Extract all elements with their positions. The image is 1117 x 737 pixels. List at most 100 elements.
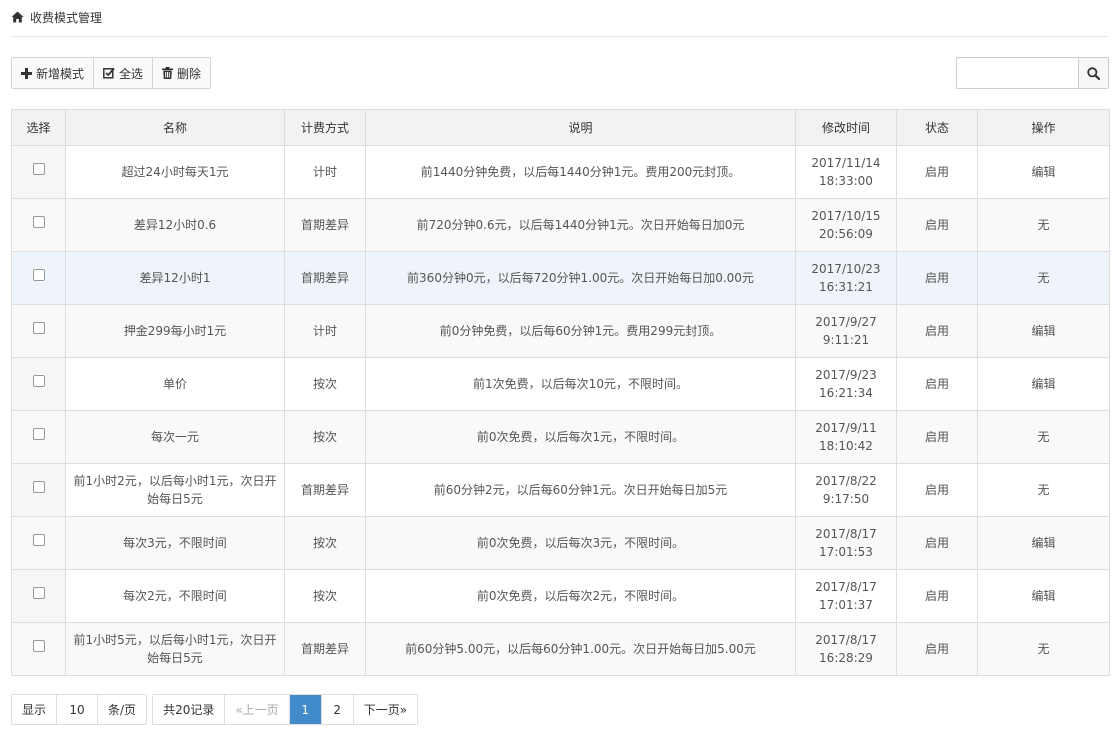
search-box [956, 57, 1109, 89]
header-status[interactable]: 状态 [896, 109, 978, 146]
select-all-label: 全选 [119, 66, 144, 81]
table-row[interactable]: 差异12小时1 首期差异 前360分钟0元，以后每720分钟1.00元。次日开始每日… [11, 251, 1110, 305]
table-row[interactable]: 超过24小时每天1元 计时 前1440分钟免费，以后每1440分钟1元。费用200元… [11, 145, 1110, 199]
plus-icon [21, 67, 32, 79]
header-modified-time[interactable]: 修改时间 [795, 109, 897, 146]
row-checkbox[interactable] [32, 162, 45, 175]
billing-mode-cell: 按次 [284, 410, 366, 464]
row-checkbox[interactable] [32, 586, 45, 599]
table-row[interactable]: 每次2元，不限时间 按次 前0次免费，以后每次2元，不限时间。 2017/8/17 17… [11, 569, 1110, 623]
modified-clock: 17:01:53 [819, 545, 873, 559]
status-cell: 启用 [896, 463, 978, 517]
description-cell: 前0次免费，以后每次2元，不限时间。 [365, 569, 796, 623]
modified-time-cell: 2017/8/17 17:01:37 [795, 569, 897, 623]
status-cell: 启用 [896, 622, 978, 676]
header-description[interactable]: 说明 [365, 109, 796, 146]
billing-mode-cell: 计时 [284, 304, 366, 358]
modified-date: 2017/10/23 [811, 262, 881, 276]
status-cell: 启用 [896, 569, 978, 623]
status-cell: 启用 [896, 304, 978, 358]
row-checkbox[interactable] [32, 321, 45, 334]
name-cell: 单价 [65, 357, 285, 411]
row-select-cell [11, 251, 66, 305]
name-cell: 每次3元，不限时间 [65, 516, 285, 570]
delete-label: 删除 [177, 66, 202, 81]
status-cell: 启用 [896, 145, 978, 199]
edit-link[interactable]: 编辑 [977, 357, 1110, 411]
name-cell: 前1小时2元，以后每小时1元，次日开始每日5元 [65, 463, 285, 517]
add-mode-label: 新增模式 [36, 66, 85, 81]
row-checkbox[interactable] [32, 533, 45, 546]
row-checkbox[interactable] [32, 639, 45, 652]
search-button[interactable] [1078, 57, 1109, 89]
row-checkbox[interactable] [32, 215, 45, 228]
add-mode-button[interactable]: 新增模式 [12, 58, 95, 88]
prev-page-button[interactable]: «上一页 [225, 695, 290, 724]
description-cell: 前0分钟免费，以后每60分钟1元。费用299元封顶。 [365, 304, 796, 358]
row-checkbox[interactable] [32, 480, 45, 493]
name-cell: 押金299每小时1元 [65, 304, 285, 358]
next-page-button[interactable]: 下一页» [353, 695, 418, 724]
row-select-cell [11, 463, 66, 517]
search-input[interactable] [956, 57, 1078, 89]
edit-link[interactable]: 编辑 [977, 304, 1110, 358]
table-header-row: 选择 名称 计费方式 说明 修改时间 状态 操作 [11, 109, 1110, 146]
home-icon [11, 11, 24, 23]
header-billing-mode[interactable]: 计费方式 [284, 109, 366, 146]
toolbar: 新增模式 全选 删除 [11, 57, 212, 89]
header-divider [11, 36, 1108, 37]
description-cell: 前1440分钟免费，以后每1440分钟1元。费用200元封顶。 [365, 145, 796, 199]
row-checkbox[interactable] [32, 427, 45, 440]
page-button-1[interactable]: 1 [289, 695, 322, 724]
status-cell: 启用 [896, 251, 978, 305]
header-select: 选择 [11, 109, 66, 146]
show-label: 显示 [12, 695, 58, 724]
per-page-label: 条/页 [98, 695, 147, 724]
page-size-group: 显示 10 条/页 [11, 694, 148, 725]
description-cell: 前60分钟5.00元，以后每60分钟1.00元。次日开始每日加5.00元 [365, 622, 796, 676]
table-row[interactable]: 单价 按次 前1次免费，以后每次10元，不限时间。 2017/9/23 16:21:34… [11, 357, 1110, 411]
table-row[interactable]: 押金299每小时1元 计时 前0分钟免费，以后每60分钟1元。费用299元封顶。 20… [11, 304, 1110, 358]
row-select-cell [11, 410, 66, 464]
breadcrumb: 收费模式管理 [11, 8, 102, 26]
modified-clock: 16:21:34 [819, 386, 873, 400]
name-cell: 差异12小时0.6 [65, 198, 285, 252]
header-actions: 操作 [977, 109, 1110, 146]
page-title: 收费模式管理 [30, 10, 103, 25]
billing-mode-cell: 首期差异 [284, 251, 366, 305]
billing-mode-cell: 按次 [284, 569, 366, 623]
edit-link[interactable]: 编辑 [977, 569, 1110, 623]
description-cell: 前360分钟0元，以后每720分钟1.00元。次日开始每日加0.00元 [365, 251, 796, 305]
modified-time-cell: 2017/9/23 16:21:34 [795, 357, 897, 411]
row-select-cell [11, 304, 66, 358]
modified-date: 2017/8/22 [815, 474, 877, 488]
modified-time-cell: 2017/8/17 17:01:53 [795, 516, 897, 570]
page-size-input[interactable]: 10 [57, 695, 99, 724]
modified-clock: 9:17:50 [822, 492, 870, 506]
description-cell: 前0次免费，以后每次3元，不限时间。 [365, 516, 796, 570]
modified-clock: 18:10:42 [819, 439, 873, 453]
edit-link[interactable]: 编辑 [977, 516, 1110, 570]
row-select-cell [11, 357, 66, 411]
no-action: 无 [977, 198, 1110, 252]
header-name[interactable]: 名称 [65, 109, 285, 146]
modified-date: 2017/8/17 [815, 580, 877, 594]
delete-button[interactable]: 删除 [153, 58, 211, 88]
row-checkbox[interactable] [32, 374, 45, 387]
table-row[interactable]: 前1小时5元，以后每小时1元，次日开始每日5元 首期差异 前60分钟5.00元，以后… [11, 622, 1110, 676]
page-button-2[interactable]: 2 [321, 695, 354, 724]
no-action: 无 [977, 622, 1110, 676]
modified-clock: 17:01:37 [819, 598, 873, 612]
trash-icon [162, 67, 174, 79]
edit-link[interactable]: 编辑 [977, 145, 1110, 199]
row-select-cell [11, 516, 66, 570]
table-row[interactable]: 每次一元 按次 前0次免费，以后每次1元，不限时间。 2017/9/11 18:10:4… [11, 410, 1110, 464]
modified-time-cell: 2017/9/27 9:11:21 [795, 304, 897, 358]
table-row[interactable]: 前1小时2元，以后每小时1元，次日开始每日5元 首期差异 前60分钟2元，以后每60… [11, 463, 1110, 517]
fee-mode-table: 选择 名称 计费方式 说明 修改时间 状态 操作 超过24小时每天1元 计时 前14… [11, 109, 1110, 676]
table-row[interactable]: 每次3元，不限时间 按次 前0次免费，以后每次3元，不限时间。 2017/8/17 17… [11, 516, 1110, 570]
table-row[interactable]: 差异12小时0.6 首期差异 前720分钟0.6元，以后每1440分钟1元。次日开始… [11, 198, 1110, 252]
pagination: 显示 10 条/页 共20记录 «上一页 1 2 下一页» [11, 694, 423, 725]
row-checkbox[interactable] [32, 268, 45, 281]
select-all-button[interactable]: 全选 [94, 58, 154, 88]
